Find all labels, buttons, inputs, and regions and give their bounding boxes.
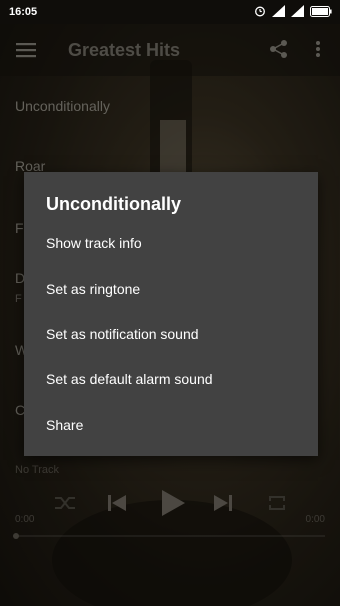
menu-item-set-ringtone[interactable]: Set as ringtone [24, 268, 318, 312]
menu-item-set-notification-sound[interactable]: Set as notification sound [24, 313, 318, 357]
dialog-title: Unconditionally [46, 194, 181, 214]
menu-item-label: Set as ringtone [46, 281, 141, 297]
signal-icon [291, 5, 304, 17]
menu-item-share[interactable]: Share [24, 404, 318, 448]
menu-item-show-track-info[interactable]: Show track info [24, 222, 318, 266]
menu-item-label: Set as notification sound [46, 326, 199, 342]
menu-item-label: Set as default alarm sound [46, 371, 213, 387]
status-time: 16:05 [9, 6, 38, 18]
battery-icon [310, 5, 332, 17]
signal-icon [272, 5, 285, 17]
app-screen: 16:05 Greatest Hits Unconditionally Roar… [0, 0, 340, 606]
status-bar: 16:05 [0, 0, 340, 24]
track-options-dialog: Unconditionally Show track info Set as r… [24, 172, 318, 456]
alarm-icon [255, 6, 265, 17]
menu-item-label: Share [46, 417, 84, 433]
menu-item-label: Show track info [46, 235, 142, 251]
menu-item-set-alarm-sound[interactable]: Set as default alarm sound [24, 358, 318, 402]
